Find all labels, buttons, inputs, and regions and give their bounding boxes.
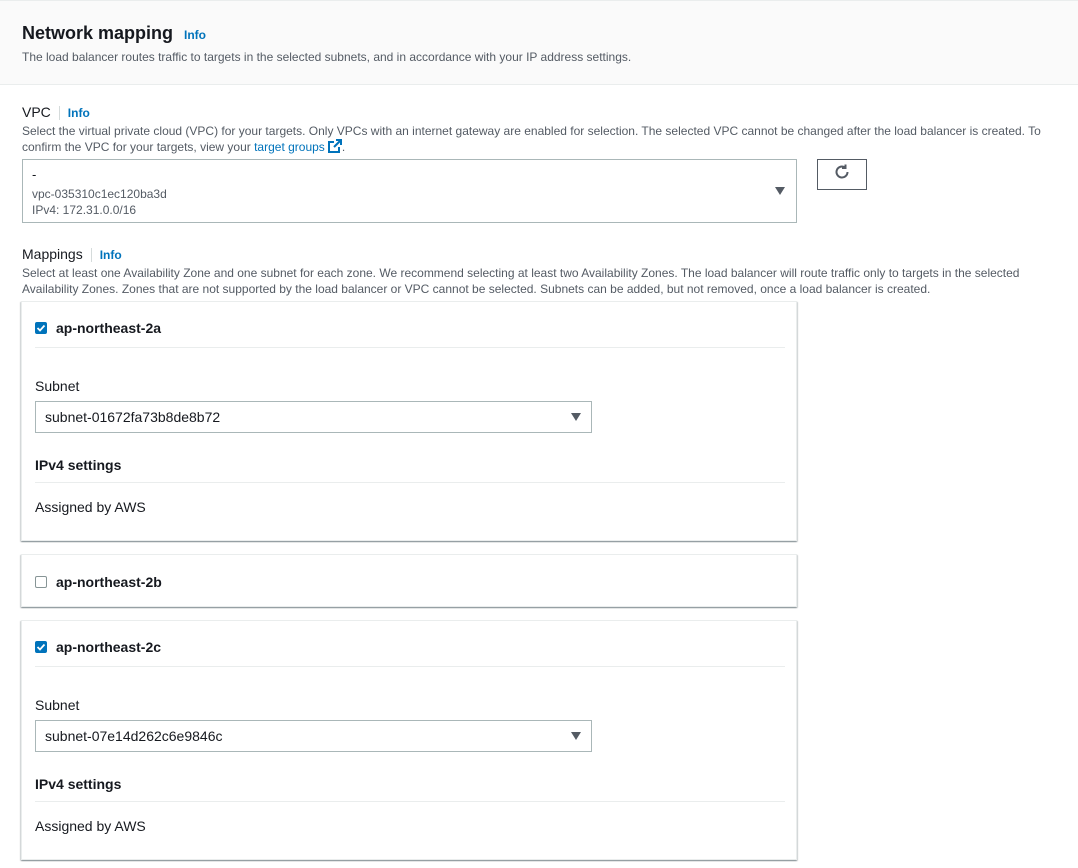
refresh-icon (833, 163, 851, 186)
vpc-description: Select the virtual private cloud (VPC) f… (22, 123, 1067, 157)
caret-down-icon (571, 732, 581, 740)
vpc-label-row: VPC Info (22, 104, 90, 122)
section-description: The load balancer routes traffic to targ… (22, 50, 632, 64)
divider (35, 666, 785, 667)
ipv4-settings-title: IPv4 settings (35, 776, 122, 792)
subnet-select-ap-northeast-2c[interactable]: subnet-07e14d262c6e9846c (35, 720, 592, 752)
ipv4-settings-title: IPv4 settings (35, 457, 122, 473)
mappings-info-link[interactable]: Info (100, 248, 122, 262)
az-checkbox-ap-northeast-2a[interactable] (35, 322, 47, 334)
subnet-label: Subnet (35, 697, 80, 713)
az-card-ap-northeast-2c: ap-northeast-2c Subnet subnet-07e14d262c… (21, 620, 797, 860)
az-checkbox-ap-northeast-2b[interactable] (35, 576, 47, 588)
caret-down-icon (571, 413, 581, 421)
refresh-button[interactable] (817, 159, 867, 190)
caret-down-icon (775, 187, 785, 195)
az-card-ap-northeast-2b: ap-northeast-2b (21, 554, 797, 607)
divider (35, 482, 785, 483)
subnet-value: subnet-01672fa73b8de8b72 (45, 409, 221, 425)
vpc-description-text: Select the virtual private cloud (VPC) f… (22, 124, 1041, 155)
external-link-icon[interactable] (327, 139, 342, 157)
mappings-label: Mappings (22, 246, 83, 262)
vpc-description-suffix: . (341, 140, 346, 155)
mappings-label-row: Mappings Info (22, 246, 122, 264)
vpc-label: VPC (22, 104, 51, 120)
az-name: ap-northeast-2a (56, 320, 162, 336)
az-header: ap-northeast-2b (35, 574, 162, 590)
mappings-description: Select at least one Availability Zone an… (22, 266, 1020, 296)
vpc-selected-id: vpc-035310c1ec120ba3d (32, 187, 167, 201)
az-name: ap-northeast-2b (56, 574, 162, 590)
vpc-select[interactable]: - vpc-035310c1ec120ba3d IPv4: 172.31.0.0… (22, 159, 797, 223)
divider (90, 247, 92, 262)
az-checkbox-ap-northeast-2c[interactable] (35, 641, 47, 653)
checkmark-icon (36, 643, 46, 651)
section-title: Network mapping (22, 23, 174, 43)
subnet-select-ap-northeast-2a[interactable]: subnet-01672fa73b8de8b72 (35, 401, 592, 433)
target-groups-link[interactable]: target groups (254, 140, 325, 154)
divider (35, 347, 785, 348)
subnet-value: subnet-07e14d262c6e9846c (45, 728, 223, 744)
divider (58, 105, 60, 120)
section-info-link[interactable]: Info (184, 28, 206, 42)
subnet-label: Subnet (35, 378, 80, 394)
divider (35, 801, 785, 802)
az-header: ap-northeast-2c (35, 639, 161, 655)
checkmark-icon (36, 324, 46, 332)
vpc-info-link[interactable]: Info (68, 106, 90, 120)
az-header: ap-northeast-2a (35, 320, 161, 336)
vpc-selected-name: - (32, 167, 37, 182)
section-header: Network mapping Info The load balancer r… (0, 0, 1078, 85)
ipv4-assigned-value: Assigned by AWS (35, 499, 146, 515)
az-name: ap-northeast-2c (56, 639, 162, 655)
vpc-selected-cidr: IPv4: 172.31.0.0/16 (32, 203, 137, 217)
ipv4-assigned-value: Assigned by AWS (35, 818, 146, 834)
az-card-ap-northeast-2a: ap-northeast-2a Subnet subnet-01672fa73b… (21, 301, 797, 541)
